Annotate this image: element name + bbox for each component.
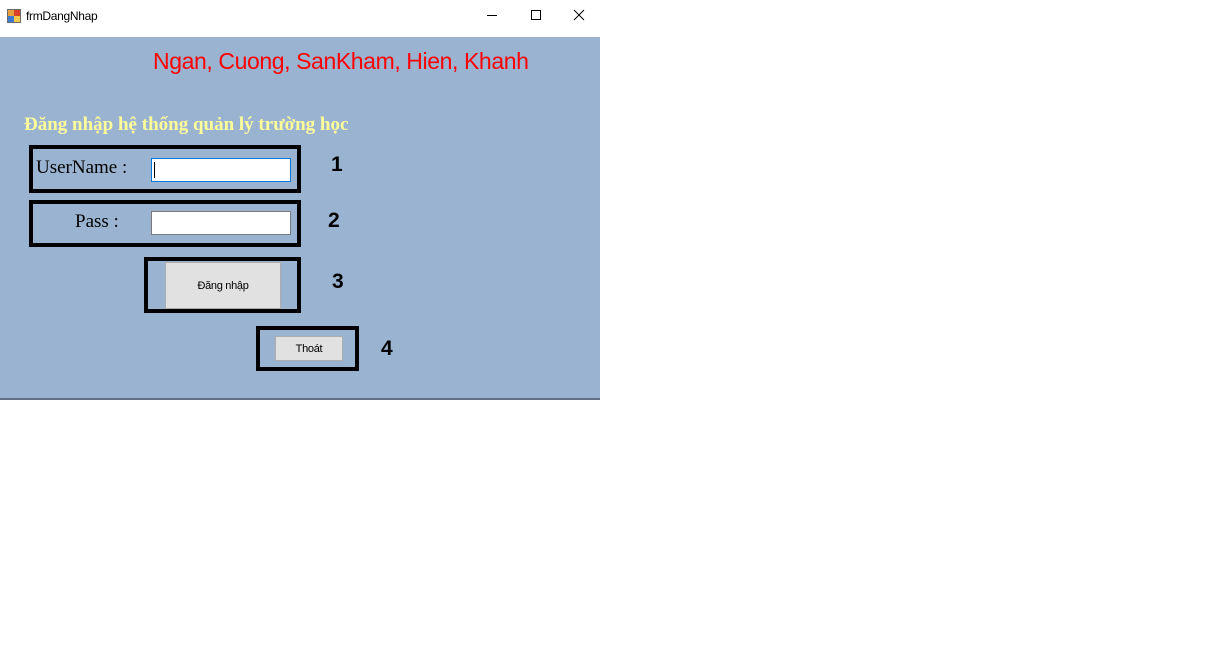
annotation-number-3: 3: [332, 270, 344, 293]
text-caret: [154, 162, 155, 178]
close-icon: [573, 8, 585, 26]
title-bar[interactable]: frmDangNhap: [0, 0, 600, 37]
exit-button[interactable]: Thoát: [275, 336, 343, 361]
maximize-icon: [530, 8, 542, 26]
minimize-icon: [486, 8, 498, 26]
password-label: Pass :: [75, 211, 119, 232]
annotation-number-1: 1: [331, 153, 343, 176]
members-label: Ngan, Cuong, SanKham, Hien, Khanh: [153, 48, 529, 74]
annotation-number-2: 2: [328, 209, 340, 232]
password-input[interactable]: [151, 211, 291, 235]
close-button[interactable]: [557, 0, 601, 33]
username-label: UserName :: [36, 157, 128, 178]
app-form-icon[interactable]: [7, 9, 21, 23]
window-title: frmDangNhap: [26, 9, 98, 23]
annotation-number-4: 4: [381, 337, 393, 360]
login-window: frmDangNhap Ngan, Cuong, SanKham, Hien, …: [0, 0, 600, 400]
system-title: Đăng nhập hệ thống quản lý trường học: [24, 114, 349, 135]
login-button[interactable]: Đăng nhập: [165, 262, 281, 309]
window-bottom-border: [0, 398, 600, 400]
username-input[interactable]: [151, 158, 291, 182]
form-client-area: Ngan, Cuong, SanKham, Hien, Khanh Đăng n…: [0, 37, 600, 398]
maximize-button[interactable]: [514, 0, 558, 33]
minimize-button[interactable]: [470, 0, 514, 33]
